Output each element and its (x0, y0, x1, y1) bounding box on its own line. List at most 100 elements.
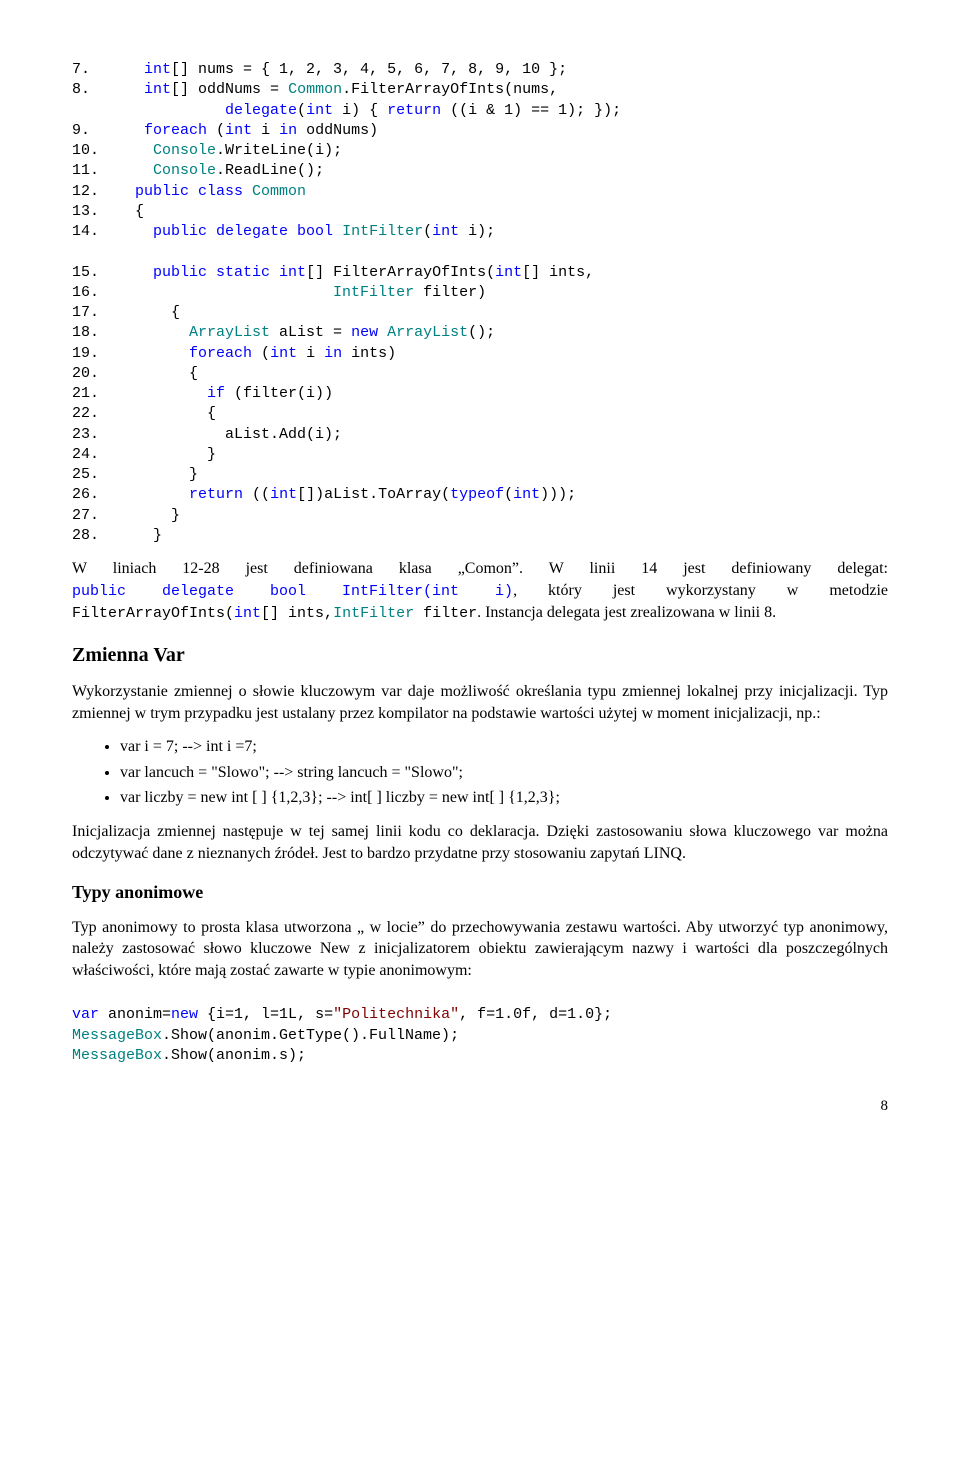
code-token: } (108, 466, 198, 483)
code-token: {i=1, l=1L, s= (198, 1006, 333, 1023)
code-line: 16. IntFilter filter) (72, 283, 888, 303)
code-token: i (252, 122, 279, 139)
code-token: { (108, 405, 216, 422)
code-token: ( (423, 223, 432, 240)
code-token: ints) (342, 345, 396, 362)
code-token: in (279, 122, 297, 139)
code-token: Common (288, 81, 342, 98)
code-token: oddNums) (297, 122, 378, 139)
code-token: ( (252, 345, 270, 362)
code-token: .WriteLine(i); (216, 142, 342, 159)
code-line: MessageBox.Show(anonim.GetType().FullNam… (72, 1026, 888, 1046)
code-token: int (495, 264, 522, 281)
inline-code: IntFilter (333, 605, 414, 622)
code-token: new (351, 324, 378, 341)
line-number: 16. (72, 284, 108, 301)
code-token: int (270, 486, 297, 503)
code-token: ( (297, 102, 306, 119)
code-token: aList = (270, 324, 351, 341)
code-token: ( (207, 122, 225, 139)
code-line: 22. { (72, 404, 888, 424)
code-line: 23. aList.Add(i); (72, 425, 888, 445)
code-token: { (108, 365, 198, 382)
code-line: 25. } (72, 465, 888, 485)
code-token: (); (468, 324, 495, 341)
code-token: [] oddNums = (171, 81, 288, 98)
code-token: i (297, 345, 324, 362)
code-token: MessageBox (72, 1027, 162, 1044)
code-token: , f=1.0f, d=1.0}; (459, 1006, 612, 1023)
code-token: } (108, 527, 162, 544)
code-token: (( (243, 486, 270, 503)
line-number: 21. (72, 385, 108, 402)
line-number: 19. (72, 345, 108, 362)
line-number: 24. (72, 446, 108, 463)
inline-code: FilterArrayOfInts( (72, 605, 234, 622)
code-line: 13. { (72, 202, 888, 222)
code-token: int (306, 102, 333, 119)
text: Wykorzystanie zmiennej o słowie kluczowy… (72, 683, 888, 722)
code-line: 21. if (filter(i)) (72, 384, 888, 404)
inline-code: int (234, 605, 261, 622)
code-token: .Show(anonim.GetType().FullName); (162, 1027, 459, 1044)
code-token: new (171, 1006, 198, 1023)
code-token: i) { (333, 102, 387, 119)
code-token: int (108, 81, 171, 98)
line-number: 8. (72, 81, 108, 98)
code-token: IntFilter (342, 223, 423, 240)
line-number: 11. (72, 162, 108, 179)
code-token: ))); (540, 486, 576, 503)
code-line: var anonim=new {i=1, l=1L, s="Politechni… (72, 1005, 888, 1025)
code-token: public delegate bool (108, 223, 342, 240)
code-token: { (108, 304, 180, 321)
code-line: delegate(int i) { return ((i & 1) == 1);… (72, 101, 888, 121)
code-token: foreach (108, 122, 207, 139)
line-number: 22. (72, 405, 108, 422)
code-token: { (108, 203, 144, 220)
paragraph-var-1: Wykorzystanie zmiennej o słowie kluczowy… (72, 681, 888, 724)
code-token (378, 324, 387, 341)
text: , który jest wykorzystany w metodzie (513, 582, 888, 599)
inline-code: public delegate bool IntFilter(int i) (72, 583, 513, 600)
code-token: [] FilterArrayOfInts( (306, 264, 495, 281)
line-number: 13. (72, 203, 108, 220)
code-token: return (387, 102, 441, 119)
paragraph-delegate-desc: W liniach 12-28 jest definiowana klasa „… (72, 558, 888, 624)
code-token: .ReadLine(); (216, 162, 324, 179)
line-number: 26. (72, 486, 108, 503)
list-item: var i = 7; --> int i =7; (120, 736, 888, 758)
text: . Instancja delegata jest zrealizowana w… (477, 604, 776, 621)
code-token: filter) (414, 284, 486, 301)
code-token: aList.Add(i); (108, 426, 342, 443)
code-line: 20. { (72, 364, 888, 384)
code-line: 10. Console.WriteLine(i); (72, 141, 888, 161)
code-line: 14. public delegate bool IntFilter(int i… (72, 222, 888, 242)
code-line: 12. public class Common (72, 182, 888, 202)
code-token: typeof (450, 486, 504, 503)
line-number: 7. (72, 61, 108, 78)
line-number: 20. (72, 365, 108, 382)
code-token: "Politechnika" (333, 1006, 459, 1023)
page-number: 8 (72, 1096, 888, 1116)
code-token: public class (108, 183, 252, 200)
code-token: (filter(i)) (225, 385, 333, 402)
code-token: public static int (108, 264, 306, 281)
line-number: 28. (72, 527, 108, 544)
code-token: } (108, 507, 180, 524)
heading-typy-anonimowe: Typy anonimowe (72, 880, 888, 904)
list-item: var lancuch = "Slowo"; --> string lancuc… (120, 762, 888, 784)
code-line: 27. } (72, 506, 888, 526)
line-number: 12. (72, 183, 108, 200)
code-token: int (432, 223, 459, 240)
line-number: 10. (72, 142, 108, 159)
code-line: 17. { (72, 303, 888, 323)
code-line: 11. Console.ReadLine(); (72, 161, 888, 181)
code-token: int (270, 345, 297, 362)
code-line: 9. foreach (int i in oddNums) (72, 121, 888, 141)
heading-zmienna-var: Zmienna Var (72, 642, 888, 669)
code-line: 24. } (72, 445, 888, 465)
code-line (72, 242, 888, 262)
list-item: var liczby = new int [ ] {1,2,3}; --> in… (120, 787, 888, 809)
line-number: 25. (72, 466, 108, 483)
code-token: if (108, 385, 225, 402)
